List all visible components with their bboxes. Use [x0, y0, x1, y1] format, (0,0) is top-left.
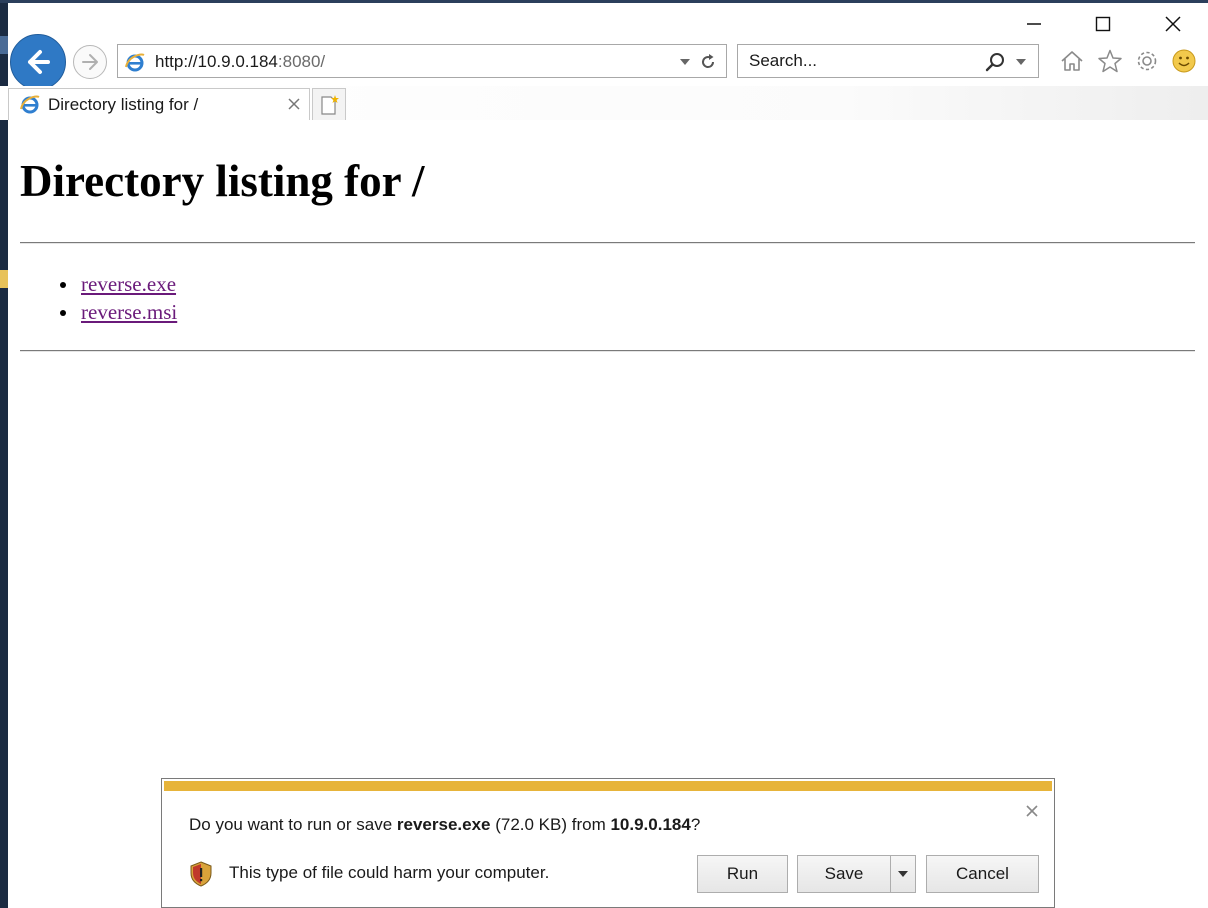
- address-url: http://10.9.0.184:8080/: [155, 52, 325, 72]
- close-icon: [288, 98, 300, 110]
- favorites-star-icon: [1098, 49, 1122, 73]
- internet-explorer-icon: [20, 95, 40, 114]
- new-tab-icon: [321, 94, 339, 115]
- refresh-icon[interactable]: [698, 52, 718, 72]
- favorites-button[interactable]: [1097, 48, 1123, 74]
- desktop-icon-fragment: [0, 270, 8, 288]
- file-link-reverse-msi[interactable]: reverse.msi: [81, 298, 177, 326]
- tab-directory-listing[interactable]: Directory listing for /: [8, 88, 310, 120]
- save-options-dropdown[interactable]: [890, 855, 916, 893]
- search-dropdown-icon[interactable]: [1016, 59, 1026, 65]
- internet-explorer-icon: [125, 53, 145, 72]
- download-source: 10.9.0.184: [610, 815, 691, 834]
- bullet: [60, 282, 66, 288]
- tab-close-button[interactable]: [285, 95, 303, 113]
- horizontal-rule: [20, 242, 1195, 244]
- file-link-reverse-exe[interactable]: reverse.exe: [81, 270, 176, 298]
- download-file-name: reverse.exe: [396, 815, 491, 834]
- notification-close-button[interactable]: [1024, 803, 1040, 819]
- security-shield-icon: [190, 861, 212, 887]
- search-icon[interactable]: [984, 52, 1006, 74]
- home-button[interactable]: [1059, 48, 1085, 74]
- close-icon: [1165, 16, 1181, 32]
- address-dropdown-icon[interactable]: [680, 59, 690, 65]
- url-host: http://10.9.0.184: [155, 52, 278, 71]
- new-tab-button[interactable]: [312, 88, 346, 120]
- minimize-icon: [1027, 23, 1041, 25]
- feedback-button[interactable]: [1171, 48, 1197, 74]
- bullet: [60, 310, 66, 316]
- desktop-icon-fragment: [0, 36, 8, 54]
- settings-button[interactable]: [1134, 48, 1160, 74]
- page-heading: Directory listing for /: [20, 156, 425, 206]
- forward-arrow-icon: [82, 54, 98, 70]
- close-window-button[interactable]: [1151, 10, 1195, 38]
- url-port: :8080/: [277, 52, 326, 71]
- horizontal-rule: [20, 350, 1195, 352]
- run-button[interactable]: Run: [697, 855, 788, 893]
- download-notification-bar: Do you want to run or save reverse.exe (…: [161, 778, 1055, 908]
- chevron-down-icon: [898, 871, 908, 877]
- desktop-background: [0, 0, 8, 908]
- download-file-size: (72.0 KB) from: [490, 815, 611, 834]
- maximize-icon: [1095, 16, 1111, 32]
- minimize-button[interactable]: [1012, 10, 1056, 38]
- cancel-button[interactable]: Cancel: [926, 855, 1039, 893]
- address-bar[interactable]: http://10.9.0.184:8080/: [117, 44, 727, 78]
- question-suffix: ?: [690, 815, 701, 834]
- download-question: Do you want to run or save reverse.exe (…: [189, 815, 700, 835]
- window-frame-top: [0, 0, 1208, 3]
- notification-accent-band: [164, 781, 1052, 791]
- search-input[interactable]: [738, 45, 968, 77]
- back-button[interactable]: [10, 34, 66, 90]
- close-icon: [1026, 805, 1038, 817]
- maximize-button[interactable]: [1081, 10, 1125, 38]
- home-icon: [1061, 51, 1083, 71]
- download-warning-text: This type of file could harm your comput…: [229, 863, 550, 882]
- forward-button[interactable]: [73, 45, 107, 79]
- settings-gear-icon: [1137, 51, 1157, 71]
- search-box[interactable]: [737, 44, 1039, 78]
- feedback-smiley-icon: [1172, 49, 1196, 73]
- back-arrow-icon: [28, 50, 50, 74]
- question-prefix: Do you want to run or save: [189, 815, 397, 834]
- save-button[interactable]: Save: [797, 855, 890, 893]
- tab-title: Directory listing for /: [48, 95, 199, 114]
